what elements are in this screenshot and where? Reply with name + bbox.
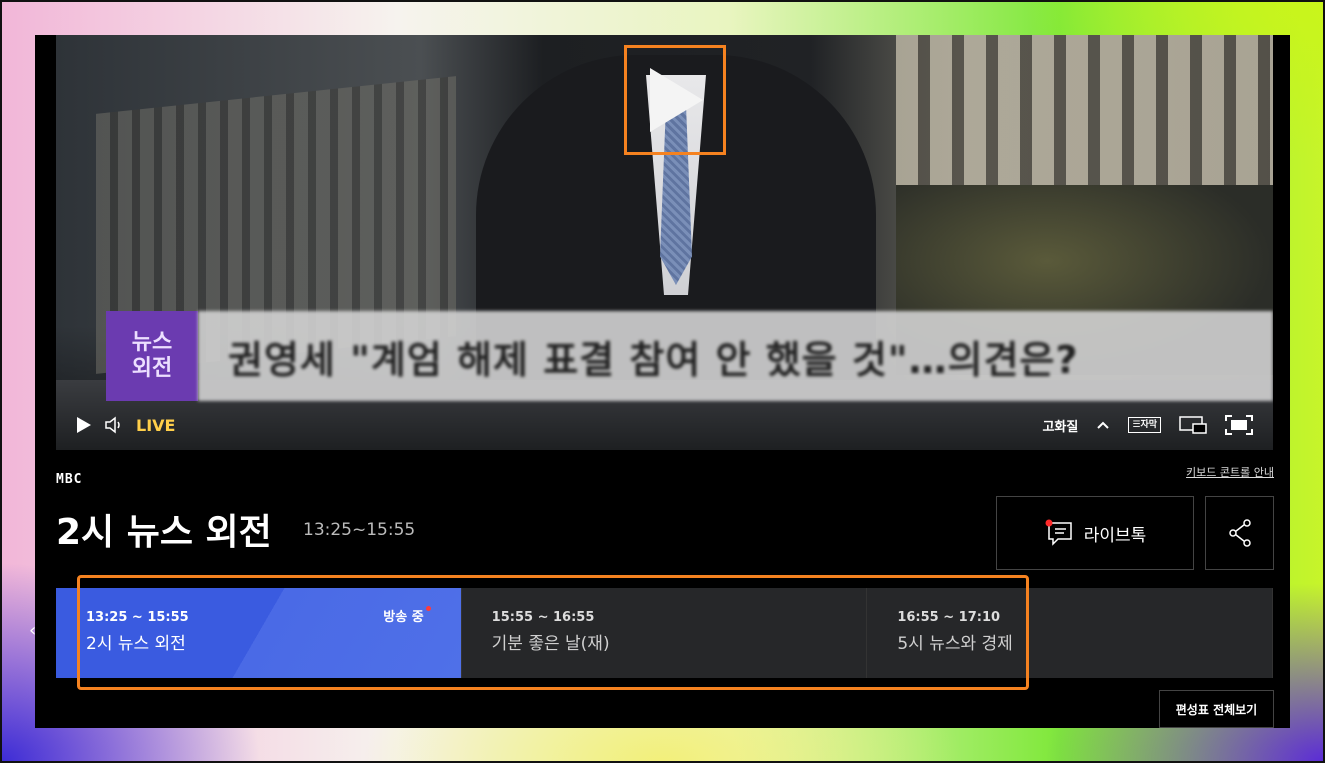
caption-headline-text: 권영세 "계엄 해제 표결 참여 안 했을 것"…의견은? xyxy=(228,337,1079,382)
schedule-item-name: 2시 뉴스 외전 xyxy=(86,634,186,654)
schedule-item-current[interactable]: 13:25 ~ 15:55 2시 뉴스 외전 방송 중 xyxy=(56,588,462,678)
onair-label: 방송 중 xyxy=(383,610,424,625)
video-bg-building-right xyxy=(896,35,1273,185)
live-badge: LIVE xyxy=(136,415,176,435)
schedule-item[interactable]: 15:55 ~ 16:55 기분 좋은 날(재) xyxy=(462,588,868,678)
big-play-button[interactable] xyxy=(624,45,726,155)
chevron-up-icon xyxy=(1097,421,1110,429)
volume-button[interactable] xyxy=(104,416,124,434)
play-icon xyxy=(650,68,703,132)
video-player[interactable]: 뉴스 외전 권영세 "계엄 해제 표결 참여 안 했을 것"…의견은? LIVE… xyxy=(56,35,1273,450)
quality-selector[interactable]: 고화질 xyxy=(1042,416,1078,435)
caption-badge-line2: 외전 xyxy=(131,356,173,381)
onair-dot xyxy=(425,606,431,611)
caption-program-badge: 뉴스 외전 xyxy=(106,311,198,401)
full-schedule-button[interactable]: 편성표 전체보기 xyxy=(1159,690,1274,728)
chat-icon xyxy=(1045,519,1072,546)
schedule-item-time: 13:25 ~ 15:55 xyxy=(86,610,189,625)
fullscreen-button[interactable] xyxy=(1225,415,1253,435)
quality-toggle-button[interactable] xyxy=(1096,420,1110,430)
channel-logo: MBC xyxy=(56,472,83,487)
subtitle-label: 자막 xyxy=(1140,420,1157,430)
program-title: 2시 뉴스 외전 xyxy=(56,512,272,553)
schedule-item-name: 기분 좋은 날(재) xyxy=(491,634,610,654)
schedule-item-time: 16:55 ~ 17:10 xyxy=(897,610,1001,625)
pip-button[interactable] xyxy=(1179,416,1207,434)
schedule-strip: 13:25 ~ 15:55 2시 뉴스 외전 방송 중 15:55 ~ 16:5… xyxy=(56,588,1274,678)
subtitle-button[interactable]: ☰자막 xyxy=(1128,417,1161,433)
player-panel: 뉴스 외전 권영세 "계엄 해제 표결 참여 안 했을 것"…의견은? LIVE… xyxy=(29,35,1290,728)
livetalk-label: 라이브톡 xyxy=(1083,525,1147,546)
program-time: 13:25~15:55 xyxy=(303,520,416,540)
fullscreen-icon xyxy=(1225,415,1253,435)
play-button[interactable] xyxy=(76,416,92,434)
livetalk-button[interactable]: 라이브톡 xyxy=(996,496,1194,570)
share-button[interactable] xyxy=(1205,496,1274,570)
volume-icon xyxy=(105,416,120,434)
player-control-bar: LIVE 고화질 ☰자막 xyxy=(56,403,1273,447)
subtitle-icon: ☰자막 xyxy=(1128,417,1161,433)
share-icon xyxy=(1228,519,1251,547)
play-icon xyxy=(77,417,91,433)
schedule-item[interactable]: 16:55 ~ 17:10 5시 뉴스와 경제 xyxy=(867,588,1274,678)
player-controls-right: 고화질 ☰자막 xyxy=(1042,415,1253,435)
pip-icon xyxy=(1179,416,1207,434)
schedule-prev-arrow[interactable]: ‹ xyxy=(29,620,36,641)
caption-badge-line1: 뉴스 xyxy=(131,330,173,355)
caption-headline: 권영세 "계엄 해제 표결 참여 안 했을 것"…의견은? xyxy=(198,311,1273,401)
keyboard-guide-link[interactable]: 키보드 콘트롤 안내 xyxy=(1186,464,1274,480)
schedule-item-time: 15:55 ~ 16:55 xyxy=(491,610,595,625)
onair-badge: 방송 중 xyxy=(383,606,431,625)
schedule-item-name: 5시 뉴스와 경제 xyxy=(897,634,1013,654)
